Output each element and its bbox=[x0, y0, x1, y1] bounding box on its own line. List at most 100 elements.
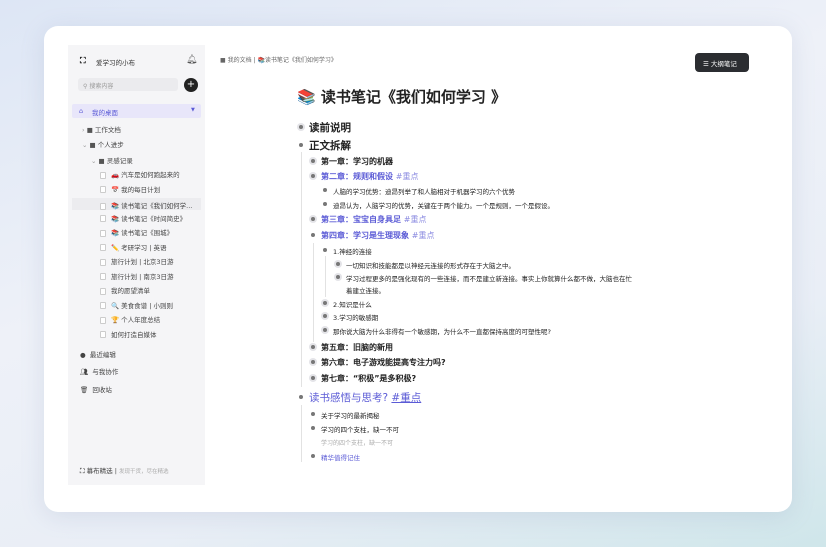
bullet-icon[interactable] bbox=[336, 275, 340, 279]
bullet-icon[interactable] bbox=[323, 301, 327, 305]
sidebar-item-collab[interactable]: 👥︎ 与我协作 bbox=[80, 366, 118, 376]
collab-icon: 👥︎ bbox=[80, 368, 89, 376]
bullet-icon[interactable] bbox=[311, 217, 315, 221]
document-icon bbox=[100, 316, 106, 324]
bullet-icon[interactable] bbox=[299, 395, 303, 399]
sidebar-doc-item[interactable]: 旅行计划 | 北京3日游 bbox=[100, 256, 173, 266]
footer-promo[interactable]: ⛶ 幕布精选 | 发现干货，尽在精选 bbox=[80, 465, 168, 476]
outline-item[interactable]: 第六章：电子游戏能提高专注力吗? bbox=[321, 357, 446, 368]
breadcrumb: ■ 我的文档 | 📚读书笔记《我们如何学习》 bbox=[220, 57, 337, 64]
outline-item[interactable]: 一切知识和技能都是以神经元连接的形式存在于大脑之中。 bbox=[346, 260, 515, 270]
home-icon: ⌂ bbox=[79, 107, 84, 115]
bullet-icon[interactable] bbox=[311, 376, 315, 380]
bullet-icon[interactable] bbox=[311, 412, 315, 416]
bullet-icon[interactable] bbox=[323, 248, 327, 252]
outline-item[interactable]: 第二章：规则和假设 #重点 bbox=[321, 171, 419, 182]
trash-icon: 🗑︎ bbox=[80, 386, 89, 394]
outline-item[interactable]: 学习过程更多的是强化现有的一些连接，而不是建立新连接。事实上你就算什么都不做，大… bbox=[346, 273, 632, 283]
breadcrumb-root[interactable]: 我的文档 bbox=[228, 57, 252, 64]
bullet-icon[interactable] bbox=[311, 454, 315, 458]
sidebar-doc-item[interactable]: 🔍 美食食谱 | 小则则 bbox=[100, 300, 173, 310]
sidebar-doc-item[interactable]: 📅 我的每日计划 bbox=[100, 184, 160, 194]
outline-item[interactable]: 3.学习的敏感期 bbox=[333, 312, 378, 322]
document-icon bbox=[100, 244, 106, 251]
sidebar-doc-item[interactable]: 📚 读书笔记《围城》 bbox=[100, 227, 173, 237]
workspace-name[interactable]: 爱学习的小布 bbox=[96, 57, 135, 67]
chevron-down-icon[interactable]: ▼ bbox=[191, 107, 195, 113]
document-icon bbox=[100, 331, 106, 338]
document-icon bbox=[100, 302, 106, 309]
bell-icon[interactable]: 🔔︎ bbox=[186, 55, 197, 65]
document-icon bbox=[100, 258, 106, 266]
document-icon bbox=[100, 229, 106, 237]
outline-item[interactable]: 读书感悟与思考? #重点 bbox=[309, 390, 421, 405]
folder-icon: ■ bbox=[220, 57, 226, 64]
desktop-label: 我的桌面 bbox=[92, 109, 118, 117]
logo-icon: ⛶ bbox=[80, 56, 86, 65]
sidebar-doc-item[interactable]: 📚 读书笔记《时间简史》 bbox=[100, 213, 186, 223]
folder-item[interactable]: › ■ 工作文档 bbox=[82, 124, 121, 134]
outline-item[interactable]: 1.神经的连接 bbox=[333, 246, 372, 256]
outline-item[interactable]: 第四章：学习是生理现象 #重点 bbox=[321, 230, 435, 241]
bullet-icon[interactable] bbox=[311, 345, 315, 349]
outline-item[interactable]: 迪昂认为，人脑学习的优势，关键在于两个能力。一个是规则，一个是假设。 bbox=[333, 200, 554, 210]
indent-guide bbox=[301, 405, 302, 462]
bullet-icon[interactable] bbox=[323, 328, 327, 332]
outline-item[interactable]: 人脑的学习优势：迪昂列举了和人脑相对于机器学习的六个优势 bbox=[333, 186, 515, 196]
outline-notes-button[interactable]: ☰ 大纲笔记 bbox=[695, 53, 749, 72]
sidebar-doc-item[interactable]: 🚗 汽车是如何跑起来的 bbox=[100, 169, 180, 179]
outline-item[interactable]: 着建立连接。 bbox=[346, 285, 385, 295]
bullet-icon[interactable] bbox=[311, 426, 315, 430]
bullet-icon[interactable] bbox=[323, 188, 327, 192]
sidebar-doc-item[interactable]: 旅行计划 | 南京3日游 bbox=[100, 271, 173, 281]
sidebar-item-trash[interactable]: 🗑︎ 回收站 bbox=[80, 384, 112, 394]
bullet-icon[interactable] bbox=[299, 125, 303, 129]
document-icon bbox=[100, 215, 106, 222]
tag-important[interactable]: #重点 bbox=[391, 392, 421, 404]
tag-important[interactable]: #重点 bbox=[396, 172, 419, 181]
folder-item[interactable]: ⌄ ■ 灵感记录 bbox=[91, 155, 133, 165]
document-icon bbox=[100, 171, 106, 179]
bullet-icon[interactable] bbox=[311, 174, 315, 178]
sidebar-doc-item[interactable]: 📚 读书笔记《我们如何学... bbox=[72, 198, 201, 210]
outline-item[interactable]: 正文拆解 bbox=[309, 138, 351, 153]
outline-item[interactable]: 第五章：旧脑的新用 bbox=[321, 342, 393, 353]
folder-item[interactable]: ⌄ ■ 个人进步 bbox=[82, 139, 124, 149]
bullet-icon[interactable] bbox=[311, 360, 315, 364]
bullet-icon[interactable] bbox=[323, 202, 327, 206]
page-title: 📚 读书笔记《我们如何学习 》 bbox=[297, 88, 507, 106]
outline-item[interactable]: 学习的四个支柱，缺一不可 bbox=[321, 438, 393, 447]
search-input[interactable]: ⚲ 搜索内容 bbox=[78, 78, 178, 91]
bullet-icon[interactable] bbox=[299, 143, 303, 147]
indent-guide bbox=[325, 256, 326, 297]
sidebar-doc-item[interactable]: 🏆 个人年度总结 bbox=[100, 314, 160, 324]
outline-item[interactable]: 精华值得记住 bbox=[321, 452, 360, 462]
outline-item[interactable]: 学习的四个支柱，缺一不可 bbox=[321, 424, 399, 434]
document-icon bbox=[100, 273, 106, 280]
list-icon: ☰ bbox=[703, 60, 709, 68]
bullet-icon[interactable] bbox=[311, 159, 315, 163]
outline-item[interactable]: 第三章：宝宝自身具足 #重点 bbox=[321, 214, 427, 225]
indent-guide bbox=[313, 243, 314, 342]
outline-item[interactable]: 第一章：学习的机器 bbox=[321, 156, 393, 167]
folder-icon: ■ bbox=[98, 157, 105, 165]
document-icon bbox=[100, 287, 106, 295]
bullet-icon[interactable] bbox=[323, 314, 327, 318]
tag-important[interactable]: #重点 bbox=[412, 231, 435, 240]
bullet-icon[interactable] bbox=[336, 262, 340, 266]
recent-icon: ● bbox=[80, 351, 86, 359]
outline-item[interactable]: 那你说大脑为什么非得有一个敏感期，为什么不一直都保持高度的可塑性呢? bbox=[333, 326, 551, 336]
outline-item[interactable]: 读前说明 bbox=[309, 120, 351, 135]
outline-item[interactable]: 2.知识是什么 bbox=[333, 299, 372, 309]
sidebar-item-recent[interactable]: ● 最近编辑 bbox=[80, 349, 116, 359]
document-icon bbox=[100, 186, 106, 193]
tag-important[interactable]: #重点 bbox=[404, 215, 427, 224]
sidebar-doc-item[interactable]: 如何打造自媒体 bbox=[100, 329, 157, 339]
folder-icon: ■ bbox=[89, 141, 96, 149]
bullet-icon[interactable] bbox=[311, 233, 315, 237]
outline-item[interactable]: 关于学习的最新揭秘 bbox=[321, 410, 380, 420]
add-button[interactable]: + bbox=[184, 78, 198, 92]
outline-item[interactable]: 第七章：“积极”是多积极? bbox=[321, 373, 416, 384]
sidebar-doc-item[interactable]: 我的愿望清单 bbox=[100, 285, 150, 295]
sidebar-doc-item[interactable]: ✏️ 考研学习 | 英语 bbox=[100, 242, 166, 252]
